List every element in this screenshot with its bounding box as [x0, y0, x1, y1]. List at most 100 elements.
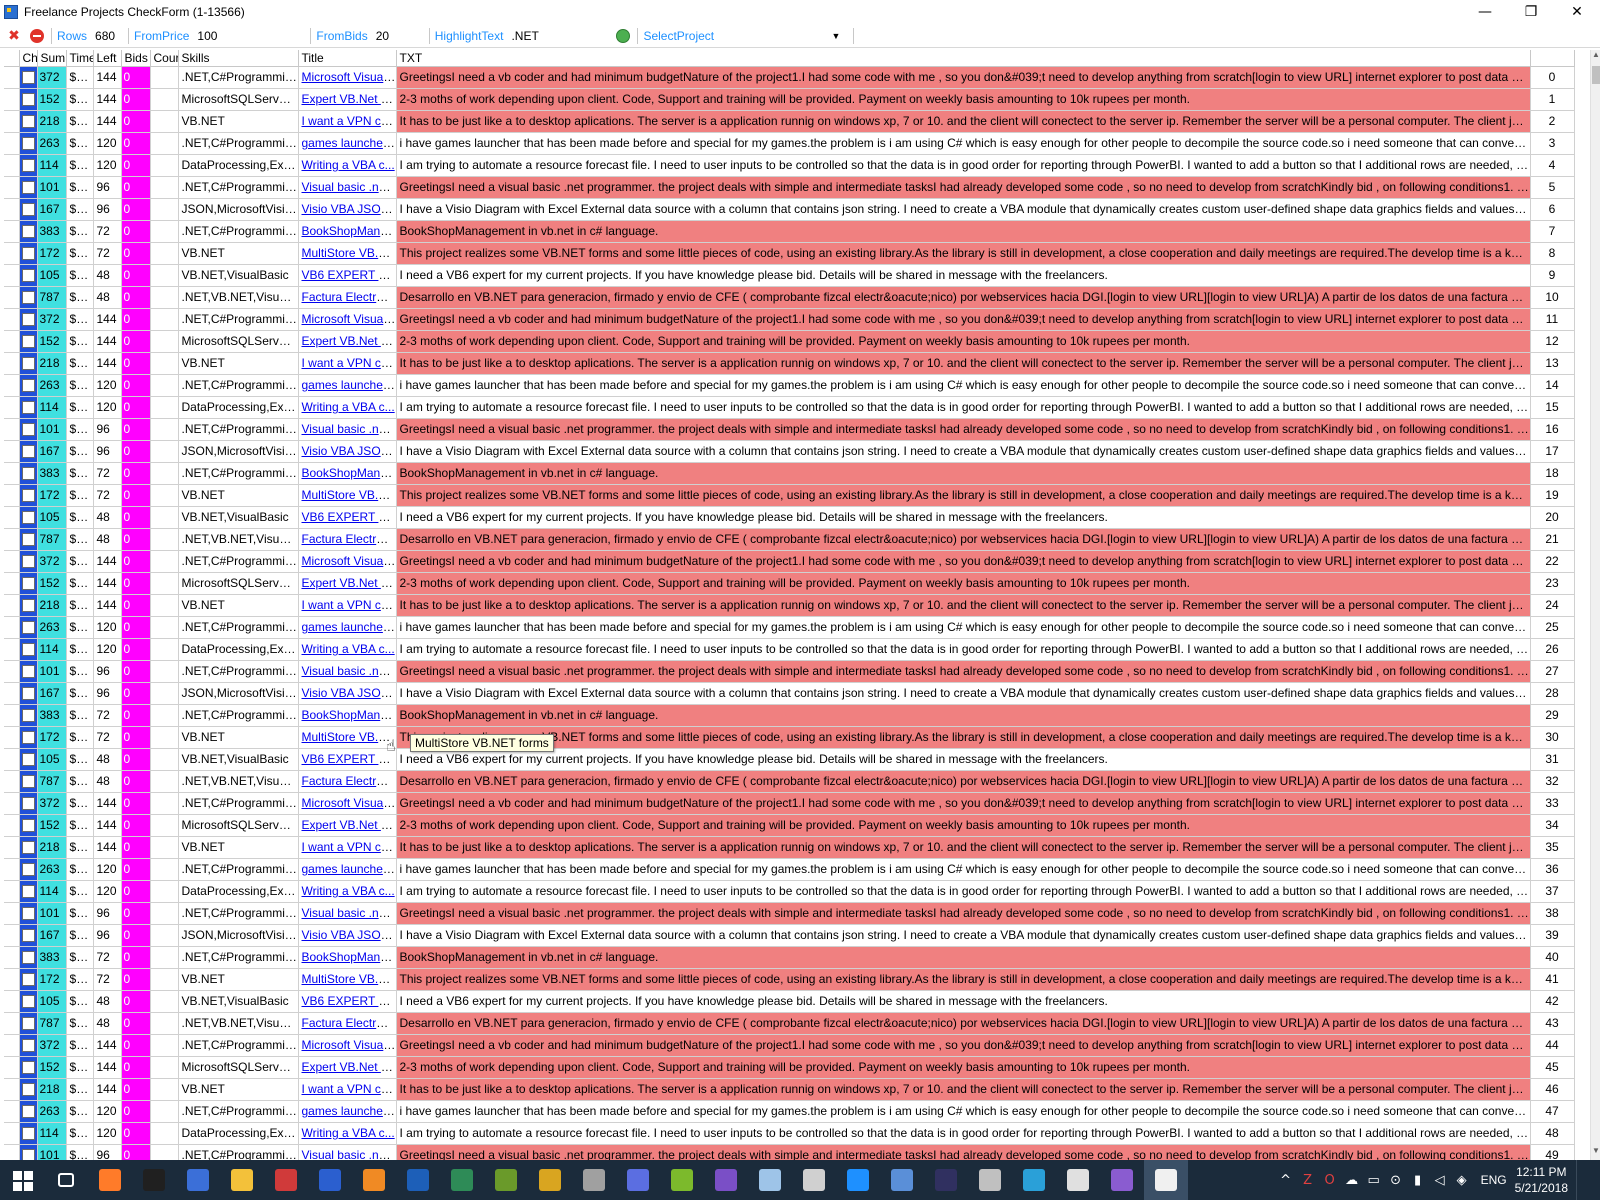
row-header[interactable] [4, 242, 20, 265]
row-header[interactable] [4, 594, 20, 617]
sync-icon[interactable]: ☁ [1341, 1173, 1363, 1188]
row-checkbox-cell[interactable] [19, 770, 38, 793]
table-row[interactable]: 167 $1... 96 0 JSON,MicrosoftVisio,... Visio … [4, 682, 1575, 705]
row-checkbox-cell[interactable] [19, 968, 38, 991]
row-header[interactable] [4, 726, 20, 749]
clock[interactable]: 12:11 PM 5/21/2018 [1515, 1164, 1568, 1196]
row-checkbox-cell[interactable] [19, 264, 38, 287]
row-checkbox[interactable] [21, 1060, 35, 1074]
table-row[interactable]: 114 $1... 120 0 DataProcessing,Excel... Writi… [4, 1122, 1575, 1145]
column-header-index[interactable] [1530, 50, 1575, 67]
row-checkbox-cell[interactable] [19, 572, 38, 595]
opera-icon[interactable]: O [1319, 1173, 1341, 1188]
calendar-icon[interactable] [264, 1160, 308, 1200]
cancel-x-icon[interactable]: ✖ [5, 27, 23, 45]
row-checkbox[interactable] [21, 1126, 35, 1140]
row-checkbox[interactable] [21, 840, 35, 854]
row-checkbox[interactable] [21, 796, 35, 810]
row-header[interactable] [4, 374, 20, 397]
row-checkbox-cell[interactable] [19, 462, 38, 485]
row-checkbox-cell[interactable] [19, 550, 38, 573]
table-row[interactable]: 263 $2... 120 0 .NET,C#Programming... games l… [4, 374, 1575, 397]
row-checkbox-cell[interactable] [19, 704, 38, 727]
vertical-scrollbar[interactable]: ▲ ▼ [1590, 50, 1600, 1160]
app-icon[interactable] [748, 1160, 792, 1200]
table-row[interactable]: 787 $7... 48 0 .NET,VB.NET,Visual... Factura … [4, 286, 1575, 309]
project-title-link[interactable]: Factura Electr&o... [302, 290, 396, 304]
row-checkbox[interactable] [21, 180, 35, 194]
row-header[interactable] [4, 1122, 20, 1145]
row-checkbox[interactable] [21, 664, 35, 678]
row-checkbox[interactable] [21, 554, 35, 568]
row-checkbox[interactable] [21, 620, 35, 634]
row-checkbox-cell[interactable] [19, 594, 38, 617]
row-checkbox-cell[interactable] [19, 814, 38, 837]
row-checkbox[interactable] [21, 136, 35, 150]
row-checkbox[interactable] [21, 906, 35, 920]
project-title-link[interactable]: Visual basic .net ... [302, 906, 396, 920]
row-header[interactable] [4, 198, 20, 221]
project-title-link[interactable]: BookShopMana... [302, 466, 396, 480]
table-row[interactable]: 172$1...720 VB.NETMultiStore VB.N...This … [4, 484, 1575, 507]
table-row[interactable]: 787 $7... 48 0 .NET,VB.NET,Visual... Factura … [4, 1012, 1575, 1035]
row-checkbox[interactable] [21, 686, 35, 700]
row-checkbox-cell[interactable] [19, 946, 38, 969]
table-row[interactable]: 101 $1... 96 0 .NET,C#Programming... Visual b… [4, 660, 1575, 683]
row-checkbox[interactable] [21, 642, 35, 656]
project-title-link[interactable]: Writing a VBA c... [302, 158, 395, 172]
row-header[interactable] [4, 1100, 20, 1123]
row-checkbox[interactable] [21, 466, 35, 480]
table-row[interactable]: 383 $3... 72 0 .NET,C#Programming... BookShop… [4, 462, 1575, 485]
row-checkbox-cell[interactable] [19, 198, 38, 221]
blender-icon[interactable] [352, 1160, 396, 1200]
project-title-link[interactable]: BookShopMana... [302, 224, 396, 238]
project-title-link[interactable]: Expert VB.Net pr... [302, 1060, 396, 1074]
project-title-link[interactable]: Writing a VBA c... [302, 400, 395, 414]
row-header[interactable] [4, 154, 20, 177]
row-checkbox-cell[interactable] [19, 308, 38, 331]
table-row[interactable]: 167 $1... 96 0 JSON,MicrosoftVisio,... Visio … [4, 440, 1575, 463]
row-checkbox-cell[interactable] [19, 748, 38, 771]
table-row[interactable]: 114 $1... 120 0 DataProcessing,Excel... Writi… [4, 880, 1575, 903]
row-checkbox[interactable] [21, 1148, 35, 1160]
table-row[interactable]: 167 $1... 96 0 JSON,MicrosoftVisio,... Visio … [4, 924, 1575, 947]
tools-icon[interactable] [528, 1160, 572, 1200]
row-header[interactable] [4, 264, 20, 287]
row-checkbox-cell[interactable] [19, 660, 38, 683]
row-checkbox-cell[interactable] [19, 484, 38, 507]
project-title-link[interactable]: Visual basic .net ... [302, 180, 396, 194]
row-checkbox-cell[interactable] [19, 1034, 38, 1057]
row-checkbox-cell[interactable] [19, 1122, 38, 1145]
project-title-link[interactable]: MultiStore VB.N... [302, 488, 396, 502]
project-title-link[interactable]: Visio VBA JSON ... [302, 202, 396, 216]
project-title-link[interactable]: Factura Electr&o... [302, 1016, 396, 1030]
table-row[interactable]: 105 $1... 48 0 VB.NET,VisualBasic VB6 EXPERT … [4, 264, 1575, 287]
row-checkbox-cell[interactable] [19, 88, 38, 111]
table-row[interactable]: 114 $1... 120 0 DataProcessing,Excel... Writi… [4, 638, 1575, 661]
table-row[interactable]: 383 $3... 72 0 .NET,C#Programming... BookShop… [4, 946, 1575, 969]
app-icon[interactable] [836, 1160, 880, 1200]
project-title-link[interactable]: Factura Electr&o... [302, 532, 396, 546]
row-checkbox[interactable] [21, 488, 35, 502]
visual-studio-icon[interactable] [660, 1160, 704, 1200]
column-header-txt[interactable]: TXT [396, 50, 1531, 67]
row-checkbox-cell[interactable] [19, 528, 38, 551]
row-checkbox[interactable] [21, 730, 35, 744]
row-checkbox-cell[interactable] [19, 880, 38, 903]
table-row[interactable]: 152 $1... 144 0 MicrosoftSQLServer,... Expert… [4, 330, 1575, 353]
project-title-link[interactable]: games launcher ... [302, 136, 396, 150]
project-title-link[interactable]: Expert VB.Net pr... [302, 92, 396, 106]
column-header-sum[interactable]: Sum [37, 50, 67, 67]
project-title-link[interactable]: Expert VB.Net pr... [302, 334, 396, 348]
show-hidden-icons-icon[interactable]: ^ [1275, 1173, 1297, 1188]
row-checkbox-cell[interactable] [19, 616, 38, 639]
row-checkbox-cell[interactable] [19, 836, 38, 859]
row-header[interactable] [4, 880, 20, 903]
row-checkbox-cell[interactable] [19, 352, 38, 375]
close-button[interactable]: ✕ [1554, 0, 1600, 24]
row-header[interactable] [4, 748, 20, 771]
project-title-link[interactable]: Visual basic .net ... [302, 664, 396, 678]
column-header-ch[interactable]: Ch [19, 50, 38, 67]
stop-icon[interactable] [28, 27, 46, 45]
project-title-link[interactable]: Microsoft Visual ... [302, 312, 396, 326]
